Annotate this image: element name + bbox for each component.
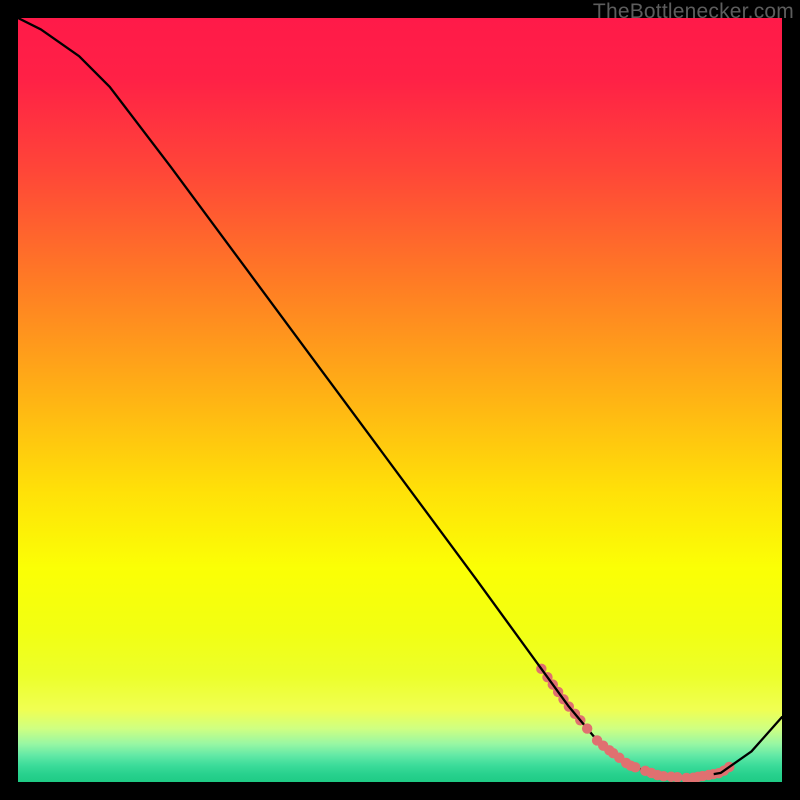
marker-dot — [672, 772, 682, 782]
chart-frame: TheBottlenecker.com — [0, 0, 800, 800]
marker-dot — [630, 762, 640, 772]
gradient-background — [18, 18, 782, 782]
marker-dot — [703, 770, 713, 780]
bottleneck-plot — [18, 18, 782, 782]
marker-dot — [582, 723, 592, 733]
chart-svg — [18, 18, 782, 782]
watermark-text: TheBottlenecker.com — [593, 0, 794, 24]
